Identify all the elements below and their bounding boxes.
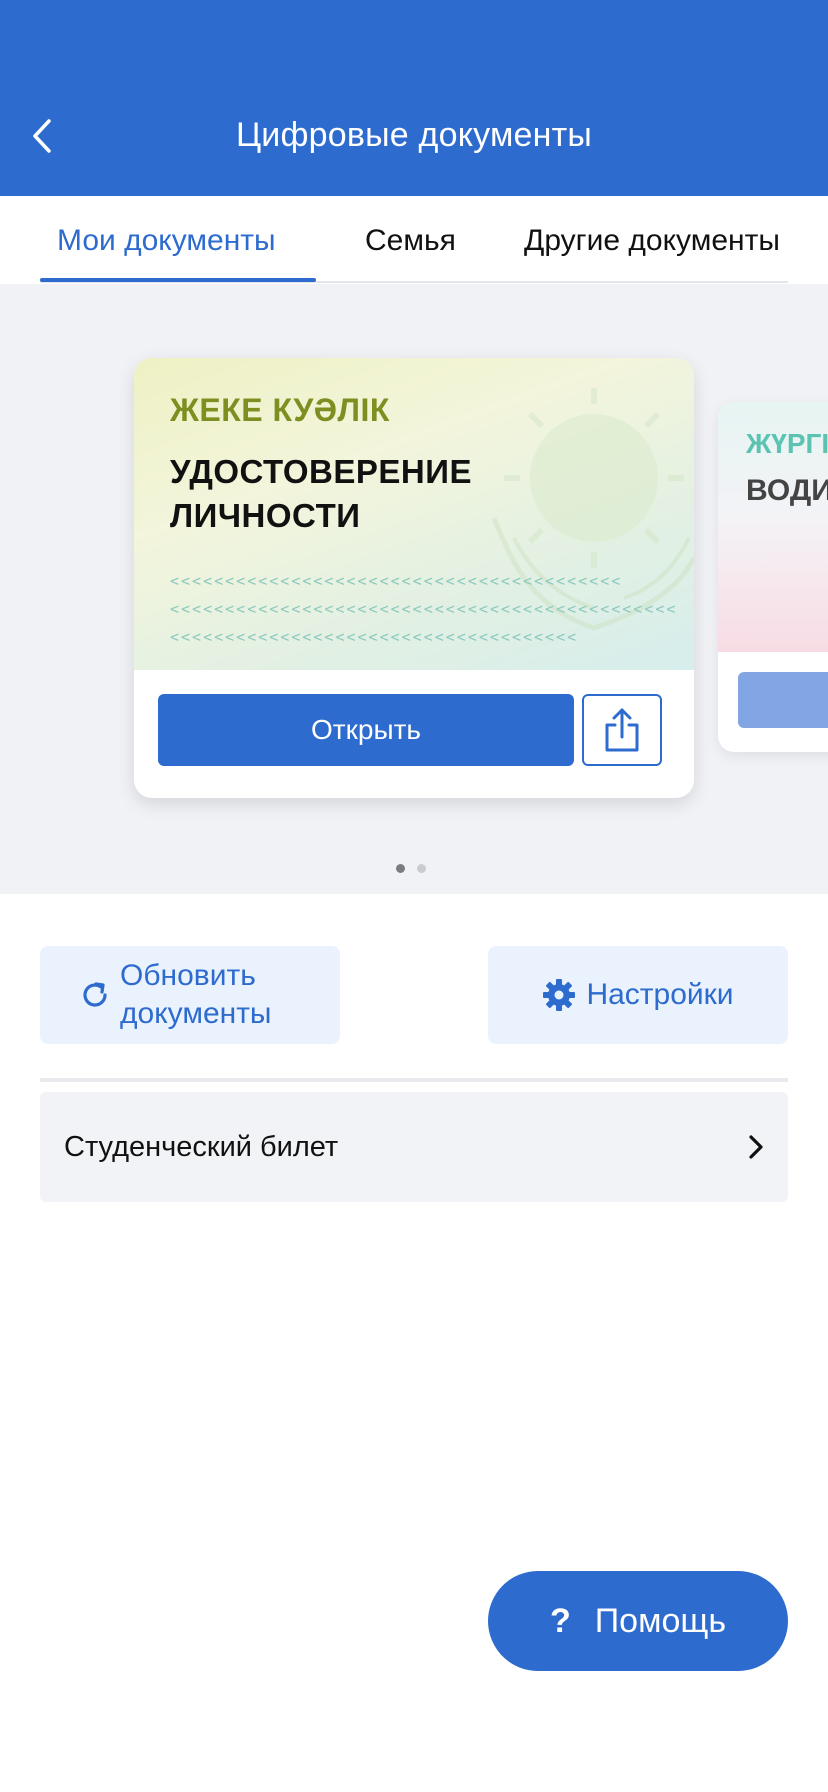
card-title-ru: УДОСТОВЕРЕНИЕ ЛИЧНОСТИ	[170, 453, 472, 534]
driver-license-artwork: ЖҮРГІ ВОДИТ	[718, 402, 828, 652]
chevron-right-icon	[749, 1135, 763, 1159]
page-dot-1[interactable]	[396, 864, 405, 873]
page-title: Цифровые документы	[235, 116, 593, 154]
refresh-label-line2: документы	[120, 997, 272, 1030]
refresh-documents-button[interactable]: Обновить документы	[40, 946, 340, 1044]
card-title-kz: ЖЕКЕ КУӘЛІК	[170, 392, 390, 428]
refresh-icon	[83, 982, 107, 1007]
help-button[interactable]: ? Помощь	[488, 1571, 788, 1671]
help-label: Помощь	[594, 1601, 727, 1640]
card2-open-button[interactable]	[738, 672, 828, 728]
gear-icon	[543, 979, 576, 1011]
share-button[interactable]	[582, 694, 662, 766]
settings-button[interactable]: Настройки	[488, 946, 788, 1044]
share-icon	[605, 708, 639, 752]
app-header: Цифровые документы	[0, 0, 828, 196]
card2-title-ru: ВОДИТ	[746, 474, 828, 507]
card2-title-kz: ЖҮРГІ	[746, 428, 828, 459]
documents-carousel[interactable]: ЖЕКЕ КУӘЛІК УДОСТОВЕРЕНИЕ ЛИЧНОСТИ <<<<<…	[0, 284, 828, 894]
carousel-pagination	[396, 864, 426, 873]
mrz-line-2: <<<<<<<<<<<<<<<<<<<<<<<<<<<<<<<<<<<<<<<<…	[170, 600, 678, 618]
active-tab-indicator	[40, 278, 316, 282]
question-mark-icon: ?	[549, 1601, 571, 1640]
tab-bar: Мои документы Семья Другие документы	[0, 196, 828, 284]
tab-family[interactable]: Семья	[365, 224, 456, 258]
id-card-artwork: ЖЕКЕ КУӘЛІК УДОСТОВЕРЕНИЕ ЛИЧНОСТИ <<<<<…	[134, 358, 694, 670]
driver-license-card[interactable]: ЖҮРГІ ВОДИТ	[718, 402, 828, 752]
settings-label: Настройки	[586, 978, 734, 1011]
open-button[interactable]: Открыть	[158, 694, 574, 766]
tab-other-documents[interactable]: Другие документы	[524, 224, 780, 258]
page-dot-2[interactable]	[417, 864, 426, 873]
section-divider	[40, 1078, 788, 1082]
list-item-label: Студенческий билет	[64, 1130, 339, 1163]
id-card[interactable]: ЖЕКЕ КУӘЛІК УДОСТОВЕРЕНИЕ ЛИЧНОСТИ <<<<<…	[134, 358, 694, 798]
refresh-label-line1: Обновить	[120, 959, 256, 992]
list-item-student-card[interactable]: Студенческий билет	[40, 1092, 788, 1202]
mrz-line-3: <<<<<<<<<<<<<<<<<<<<<<<<<<<<<<<<<<<<<	[170, 628, 579, 646]
tab-my-documents[interactable]: Мои документы	[57, 224, 276, 258]
mrz-line-1: <<<<<<<<<<<<<<<<<<<<<<<<<<<<<<<<<<<<<<<<…	[170, 572, 623, 590]
refresh-documents-label: Обновить документы	[120, 957, 272, 1033]
